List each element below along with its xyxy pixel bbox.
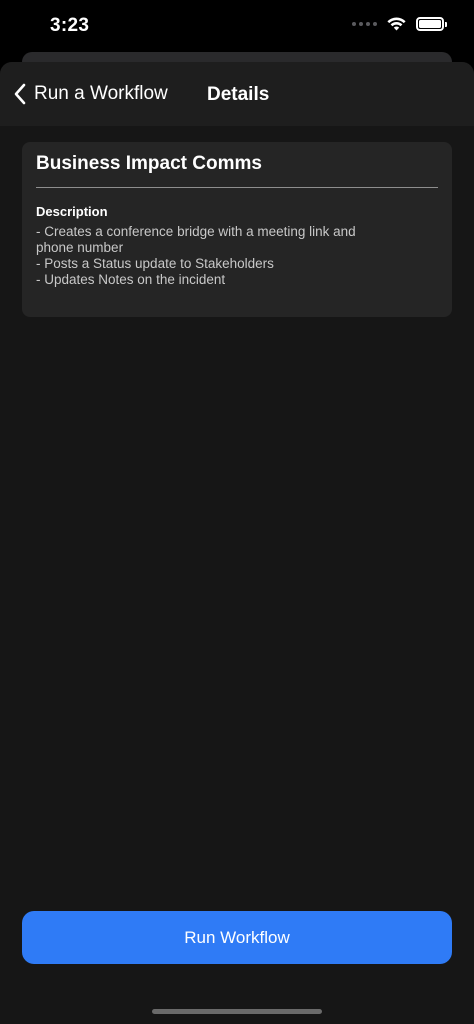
status-bar: 3:23 [0,0,474,52]
workflow-name: Business Impact Comms [36,153,262,174]
phone-screen: 3:23 Run a Workflow Details Business Imp… [0,0,474,1024]
home-indicator [152,1009,322,1014]
run-workflow-button-label: Run Workflow [184,927,290,947]
details-sheet: Run a Workflow Details Business Impact C… [0,62,474,1024]
run-workflow-button[interactable]: Run Workflow [22,911,452,964]
wifi-icon [387,17,406,31]
workflow-card: Business Impact Comms Description - Crea… [22,142,452,317]
chevron-left-icon [14,83,26,105]
cellular-signal-icon [352,22,377,26]
description-label: Description [36,204,108,219]
navigation-bar: Run a Workflow Details [0,62,474,126]
divider [36,187,438,188]
back-button-label: Run a Workflow [34,83,168,104]
back-button[interactable]: Run a Workflow [12,82,168,106]
battery-icon [416,17,447,31]
status-time: 3:23 [50,15,90,36]
status-icons [352,17,447,31]
description-text: - Creates a conference bridge with a mee… [36,224,356,287]
page-title: Details [207,84,270,105]
